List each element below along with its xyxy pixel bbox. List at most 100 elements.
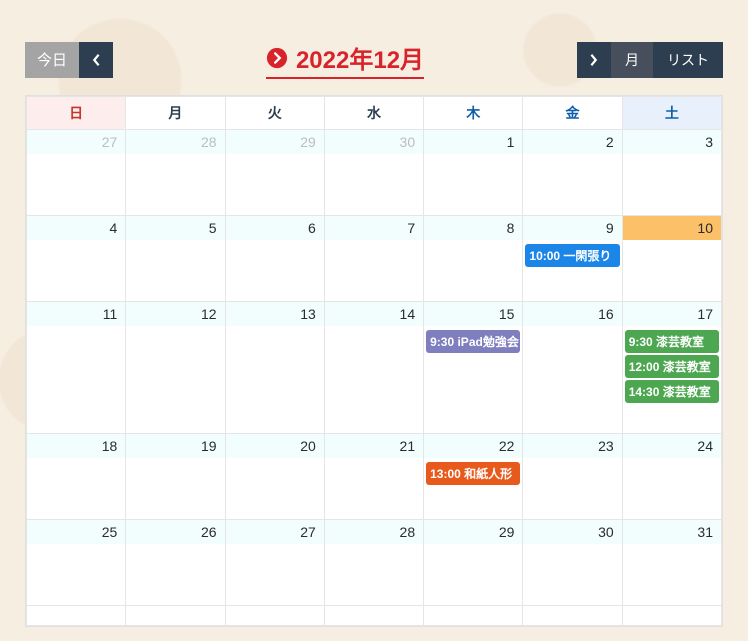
calendar-day-cell[interactable]: 22 13:00 和紙人形 [424, 434, 523, 520]
day-number: 23 [523, 434, 621, 458]
calendar-day-cell[interactable]: 19 [126, 434, 225, 520]
day-number: 30 [325, 130, 423, 154]
day-header-sat: 土 [622, 97, 721, 130]
day-number: 28 [126, 130, 224, 154]
calendar-day-cell[interactable]: 6 [225, 216, 324, 302]
calendar-day-cell[interactable]: 8 [424, 216, 523, 302]
calendar-day-cell[interactable]: 18 [27, 434, 126, 520]
day-number: 9 [523, 216, 621, 240]
day-cell-body: 9:30 漆芸教室12:00 漆芸教室14:30 漆芸教室 [623, 326, 721, 407]
calendar-day-cell[interactable]: 159:30 iPad勉強会 [424, 302, 523, 434]
calendar-day-cell[interactable]: 9 10:00 一閑張り [523, 216, 622, 302]
calendar-day-cell[interactable]: 5 [126, 216, 225, 302]
calendar-day-cell[interactable]: 31 [622, 520, 721, 606]
day-cell-body [126, 326, 224, 330]
calendar-week-row: 456789 10:00 一閑張り10 [27, 216, 722, 302]
calendar-day-cell[interactable]: 27 [27, 130, 126, 216]
empty-cell [324, 606, 423, 626]
calendar-day-cell[interactable]: 21 [324, 434, 423, 520]
day-number: 1 [424, 130, 522, 154]
day-number: 17 [623, 302, 721, 326]
day-cell-body [325, 326, 423, 330]
calendar-event[interactable]: 12:00 漆芸教室 [625, 355, 719, 378]
day-number: 3 [623, 130, 721, 154]
calendar-day-cell[interactable]: 28 [126, 130, 225, 216]
calendar-day-cell[interactable]: 2 [523, 130, 622, 216]
day-cell-body [325, 240, 423, 244]
day-cell-body [424, 240, 522, 244]
calendar-day-cell[interactable]: 29 [424, 520, 523, 606]
calendar-day-cell[interactable]: 28 [324, 520, 423, 606]
calendar-day-cell[interactable]: 27 [225, 520, 324, 606]
calendar-day-cell[interactable]: 4 [27, 216, 126, 302]
empty-cell [424, 606, 523, 626]
day-number: 13 [226, 302, 324, 326]
prev-button[interactable] [79, 42, 113, 78]
calendar-event[interactable]: 13:00 和紙人形 [426, 462, 520, 485]
day-number: 29 [226, 130, 324, 154]
calendar-day-cell[interactable]: 12 [126, 302, 225, 434]
calendar-day-cell[interactable]: 16 [523, 302, 622, 434]
day-cell-body [623, 154, 721, 158]
calendar-toolbar: 今日 2022年12月 月 リスト [0, 0, 748, 95]
day-cell-body: 10:00 一閑張り [523, 240, 621, 271]
calendar-day-cell[interactable]: 23 [523, 434, 622, 520]
calendar-day-cell[interactable]: 179:30 漆芸教室12:00 漆芸教室14:30 漆芸教室 [622, 302, 721, 434]
circle-chevron-right-icon [266, 47, 288, 69]
empty-cell [126, 606, 225, 626]
list-view-button[interactable]: リスト [653, 42, 723, 78]
day-number: 10 [623, 216, 721, 240]
calendar-day-cell[interactable]: 11 [27, 302, 126, 434]
calendar-day-cell[interactable]: 13 [225, 302, 324, 434]
day-cell-body [126, 458, 224, 462]
day-number: 6 [226, 216, 324, 240]
day-number: 21 [325, 434, 423, 458]
calendar-week-row: 25262728293031 [27, 520, 722, 606]
nav-right-group: 月 リスト [577, 42, 723, 78]
day-cell-body [424, 544, 522, 548]
day-cell-body: 9:30 iPad勉強会 [424, 326, 522, 357]
calendar-day-cell[interactable]: 30 [324, 130, 423, 216]
day-number: 7 [325, 216, 423, 240]
today-button[interactable]: 今日 [25, 42, 79, 78]
day-number: 12 [126, 302, 224, 326]
day-number: 30 [523, 520, 621, 544]
day-number: 22 [424, 434, 522, 458]
day-header-thu: 木 [424, 97, 523, 130]
day-cell-body [226, 326, 324, 330]
nav-left-group: 今日 [25, 42, 113, 78]
day-number: 27 [27, 130, 125, 154]
day-cell-body [623, 544, 721, 548]
calendar-week-row: 11121314159:30 iPad勉強会16179:30 漆芸教室12:00… [27, 302, 722, 434]
calendar-day-cell[interactable]: 29 [225, 130, 324, 216]
next-button[interactable] [577, 42, 611, 78]
calendar-day-cell[interactable]: 20 [225, 434, 324, 520]
day-number: 2 [523, 130, 621, 154]
calendar-day-cell[interactable]: 14 [324, 302, 423, 434]
calendar-event[interactable]: 9:30 漆芸教室 [625, 330, 719, 353]
calendar-day-cell[interactable]: 30 [523, 520, 622, 606]
calendar-day-cell[interactable]: 1 [424, 130, 523, 216]
day-number: 16 [523, 302, 621, 326]
empty-cell [225, 606, 324, 626]
calendar-day-cell[interactable]: 7 [324, 216, 423, 302]
day-header-wed: 水 [324, 97, 423, 130]
day-number: 29 [424, 520, 522, 544]
day-number: 24 [623, 434, 721, 458]
calendar-day-cell[interactable]: 26 [126, 520, 225, 606]
empty-cell [523, 606, 622, 626]
calendar-day-cell[interactable]: 24 [622, 434, 721, 520]
day-cell-body [226, 458, 324, 462]
month-view-button[interactable]: 月 [611, 42, 653, 78]
chevron-right-icon [589, 53, 599, 67]
day-cell-body [623, 240, 721, 244]
calendar-day-cell[interactable]: 3 [622, 130, 721, 216]
calendar-event[interactable]: 10:00 一閑張り [525, 244, 619, 267]
empty-cell [622, 606, 721, 626]
calendar-event[interactable]: 14:30 漆芸教室 [625, 380, 719, 403]
calendar-day-cell[interactable]: 25 [27, 520, 126, 606]
day-cell-body [523, 326, 621, 330]
calendar-title: 2022年12月 [266, 40, 424, 79]
calendar-event[interactable]: 9:30 iPad勉強会 [426, 330, 520, 353]
calendar-day-cell[interactable]: 10 [622, 216, 721, 302]
